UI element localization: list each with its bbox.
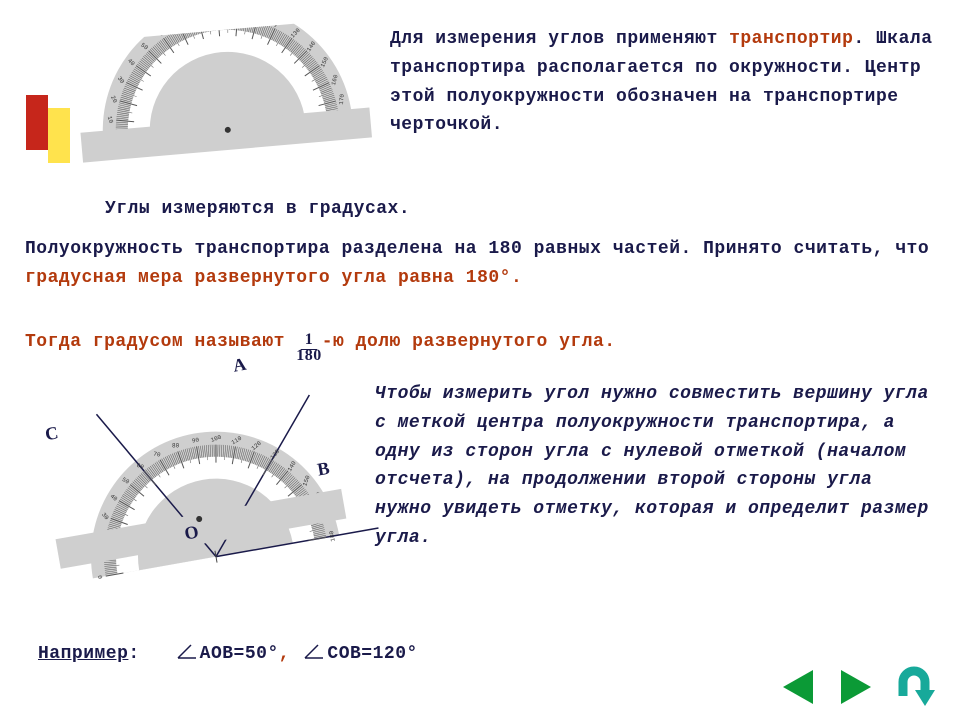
svg-text:0: 0 <box>96 575 104 580</box>
example-label: Например <box>38 644 128 664</box>
p4-text-b: -ю долю развернутого угла. <box>322 332 616 352</box>
nav-bar <box>777 666 935 708</box>
fraction-den: 180 <box>296 346 322 364</box>
paragraph-degrees: Углы измеряются в градусах. <box>105 195 410 224</box>
decor-yellow-bar <box>48 108 70 163</box>
p4-text-a: Тогда градусом называют <box>25 332 296 352</box>
protractor-figure-bottom: 0102030405060708090100110120130140150160… <box>44 359 397 627</box>
svg-text:70: 70 <box>173 19 182 28</box>
paragraph-180: Полуокружность транспортира разделена на… <box>25 235 935 293</box>
example-angle-a: АОВ=50° <box>200 644 279 664</box>
example-line: Например: АОВ=50°, СОВ=120° <box>38 640 418 671</box>
svg-text:170: 170 <box>338 93 346 105</box>
nav-next-button[interactable] <box>835 666 877 708</box>
p1-text-a: Для измерения углов применяют <box>390 29 729 49</box>
svg-text:80: 80 <box>193 18 201 19</box>
example-comma: , <box>279 644 290 664</box>
nav-return-button[interactable] <box>893 666 935 708</box>
paragraph-howto: Чтобы измерить угол нужно совместить вер… <box>375 380 940 553</box>
example-angle-b: СОВ=120° <box>327 644 417 664</box>
nav-prev-button[interactable] <box>777 666 819 708</box>
fraction-1-180: 1180 <box>296 332 322 364</box>
angle-icon-2 <box>303 642 325 671</box>
protractor-figure-top: 0102030405060708090100110120130140150160… <box>85 18 366 177</box>
angle-icon-1 <box>176 642 198 671</box>
paragraph-degree-def: Тогда градусом называют 1180-ю долю разв… <box>25 328 935 364</box>
p3-text-a: Полуокружность транспортира разделена на… <box>25 239 929 259</box>
svg-text:110: 110 <box>252 18 265 21</box>
svg-text:80: 80 <box>172 442 180 449</box>
decor-red-bar <box>26 95 48 150</box>
p1-word-transportir: транспортир <box>729 29 853 49</box>
p3-text-red: градусная мера развернутого угла равна 1… <box>25 268 522 288</box>
paragraph-intro: Для измерения углов применяют транспорти… <box>390 25 935 140</box>
